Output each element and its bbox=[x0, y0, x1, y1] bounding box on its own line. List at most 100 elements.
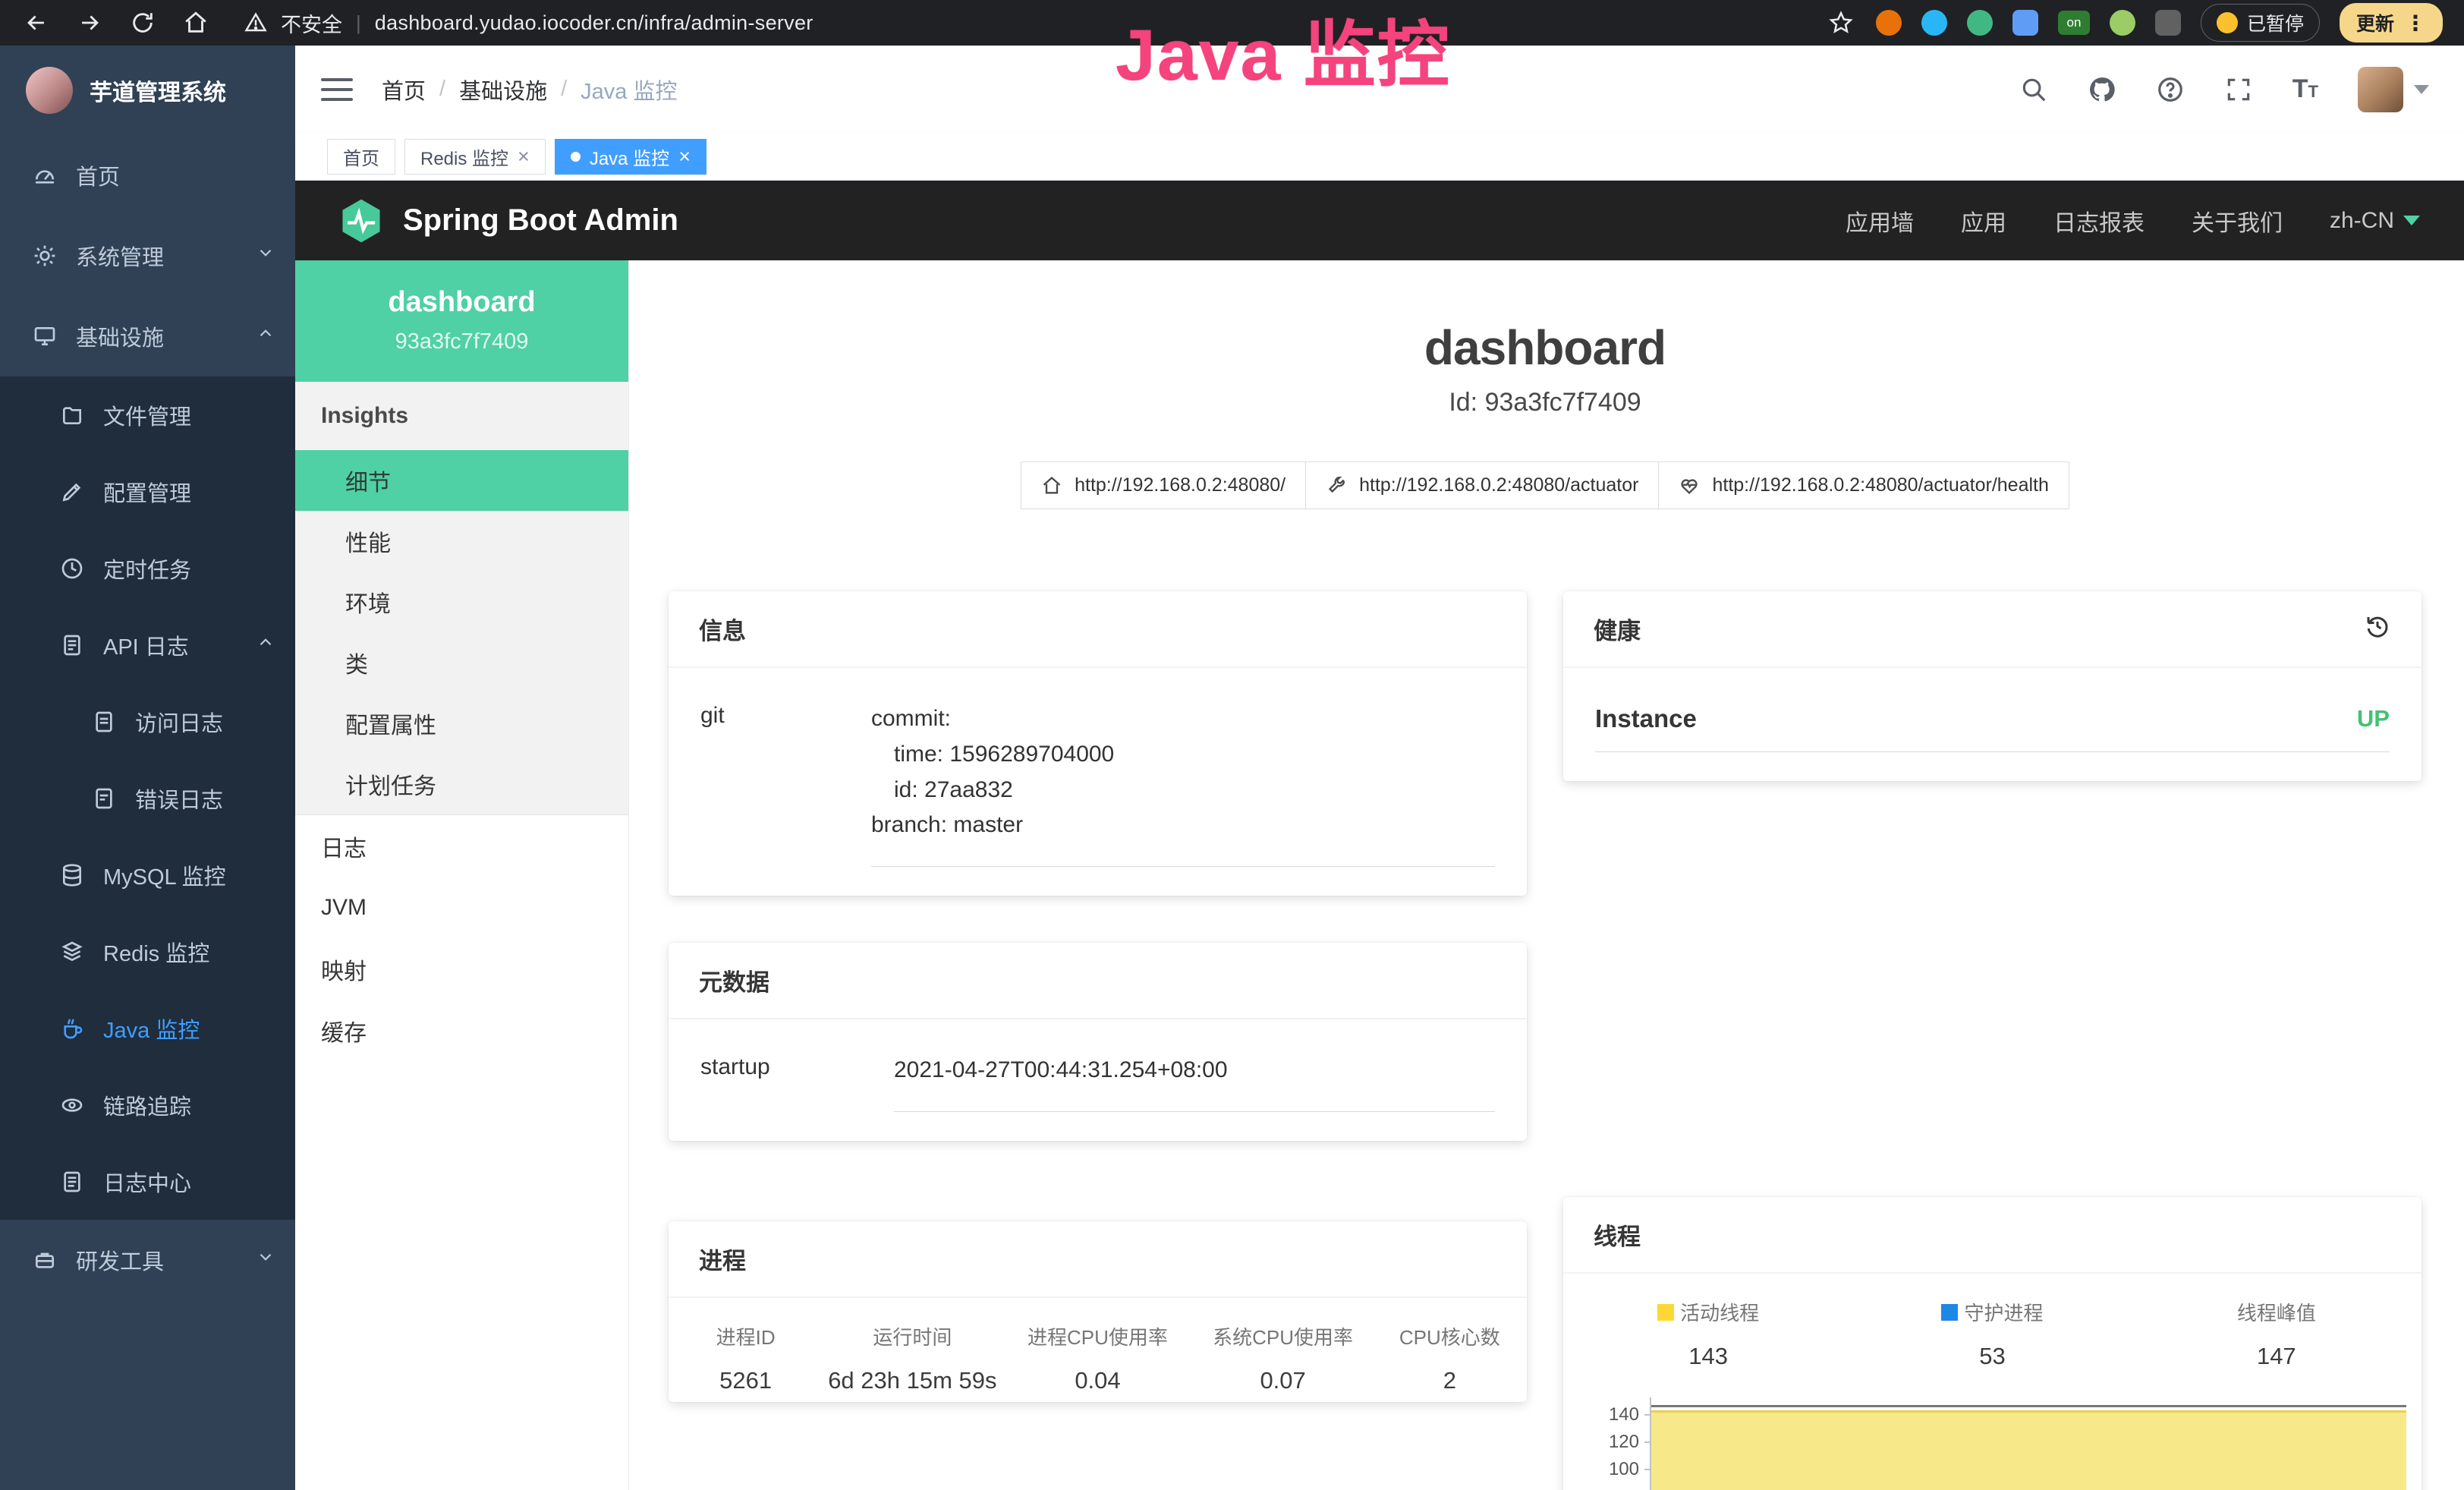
forward-icon[interactable] bbox=[74, 8, 105, 38]
chart-y-axis: 140 120 100 bbox=[1594, 1397, 1650, 1490]
extension-leaf-icon[interactable] bbox=[2110, 10, 2135, 36]
sba-item-scheduled-tasks[interactable]: 计划任务 bbox=[295, 754, 628, 814]
close-icon[interactable]: × bbox=[678, 146, 691, 167]
sidebar-item-home[interactable]: 首页 bbox=[0, 135, 295, 216]
sidebar-item-api-log[interactable]: API 日志 bbox=[0, 606, 295, 683]
sidebar-item-devtools[interactable]: 研发工具 bbox=[0, 1220, 295, 1300]
screen: 不安全 | dashboard.yudao.iocoder.cn/infra/a… bbox=[0, 0, 2464, 1490]
bookmark-star-icon[interactable] bbox=[1826, 8, 1856, 38]
sba-item-jvm[interactable]: JVM bbox=[295, 877, 628, 938]
sidebar-item-config-manage[interactable]: 配置管理 bbox=[0, 453, 295, 530]
legend-swatch bbox=[1657, 1304, 1674, 1321]
card-title: 元数据 bbox=[669, 943, 1527, 1019]
sba-item-metrics[interactable]: 性能 bbox=[295, 511, 628, 572]
vue-devtools-icon[interactable] bbox=[1967, 10, 1993, 36]
chevron-up-icon bbox=[256, 323, 275, 349]
reload-icon[interactable] bbox=[127, 8, 158, 38]
sidebar-item-access-log[interactable]: 访问日志 bbox=[0, 683, 295, 760]
history-icon[interactable] bbox=[2364, 613, 2391, 646]
sidebar-item-mysql-monitor[interactable]: MySQL 监控 bbox=[0, 836, 295, 913]
address-bar[interactable]: 不安全 | dashboard.yudao.iocoder.cn/infra/a… bbox=[244, 8, 813, 38]
actuator-url-link[interactable]: http://192.168.0.2:48080/actuator bbox=[1305, 461, 1659, 509]
right-column: 健康 Instance UP bbox=[1563, 591, 2422, 1490]
sba-brand[interactable]: Spring Boot Admin bbox=[338, 197, 678, 244]
sidebar-item-log-center[interactable]: 日志中心 bbox=[0, 1143, 295, 1220]
breadcrumb-current: Java 监控 bbox=[581, 74, 677, 106]
tab-home[interactable]: 首页 bbox=[327, 139, 395, 175]
sba-item-logs[interactable]: 日志 bbox=[295, 815, 628, 877]
extension-icon[interactable] bbox=[1921, 10, 1947, 36]
avatar[interactable] bbox=[2358, 67, 2403, 112]
sidebar-item-system[interactable]: 系统管理 bbox=[0, 216, 295, 296]
health-url-link[interactable]: http://192.168.0.2:48080/actuator/health bbox=[1658, 461, 2069, 509]
metadata-value: 2021-04-27T00:44:31.254+08:00 bbox=[894, 1053, 1495, 1112]
chevron-down-icon bbox=[256, 1247, 275, 1273]
close-icon[interactable]: × bbox=[518, 146, 530, 167]
sidebar-item-java-monitor[interactable]: Java 监控 bbox=[0, 990, 295, 1066]
service-url-link[interactable]: http://192.168.0.2:48080/ bbox=[1021, 461, 1306, 509]
column-header: 进程ID bbox=[672, 1322, 820, 1350]
tab-redis-monitor[interactable]: Redis 监控 × bbox=[404, 139, 546, 175]
sba-item-mappings[interactable]: 映射 bbox=[295, 938, 628, 1000]
sidebar-item-label: 系统管理 bbox=[76, 240, 164, 272]
insights-section-label: Insights bbox=[295, 382, 628, 450]
github-icon[interactable] bbox=[2088, 75, 2116, 104]
language-label: zh-CN bbox=[2330, 208, 2394, 234]
update-button[interactable]: 更新 ⋮ bbox=[2340, 3, 2443, 43]
sba-nav-wallboard[interactable]: 应用墙 bbox=[1846, 204, 1914, 238]
sba-item-classes[interactable]: 类 bbox=[295, 632, 628, 693]
breadcrumb-infra[interactable]: 基础设施 bbox=[459, 74, 547, 106]
sba-nav-journal[interactable]: 日志报表 bbox=[2053, 204, 2145, 238]
dashboard-icon bbox=[32, 163, 58, 187]
extension-grid-icon[interactable] bbox=[2012, 10, 2038, 36]
search-icon[interactable] bbox=[2019, 75, 2048, 104]
browser-home-icon[interactable] bbox=[181, 8, 211, 38]
extension-on-badge[interactable]: on bbox=[2058, 11, 2090, 35]
sidebar-item-file-manage[interactable]: 文件管理 bbox=[0, 376, 295, 453]
fullscreen-icon[interactable] bbox=[2224, 75, 2253, 104]
sidebar-item-redis-monitor[interactable]: Redis 监控 bbox=[0, 913, 295, 990]
security-label[interactable]: 不安全 bbox=[281, 8, 342, 38]
font-size-icon[interactable]: TT bbox=[2292, 74, 2318, 104]
card-title: 进程 bbox=[669, 1221, 1527, 1298]
help-icon[interactable] bbox=[2156, 75, 2185, 104]
app-logo[interactable]: 芋道管理系统 bbox=[0, 46, 295, 135]
sidebar-item-infra[interactable]: 基础设施 bbox=[0, 296, 295, 376]
sidebar-submenu-infra: 文件管理 配置管理 定时任务 API 日志 bbox=[0, 376, 295, 1220]
chart-plot-area bbox=[1650, 1397, 2406, 1490]
sba-item-details[interactable]: 细节 bbox=[295, 450, 628, 511]
instance-selector[interactable]: dashboard 93a3fc7f7409 bbox=[295, 260, 628, 382]
document-icon bbox=[91, 710, 117, 734]
browser-menu-icon[interactable]: ⋮ bbox=[2405, 11, 2426, 36]
url-text[interactable]: dashboard.yudao.iocoder.cn/infra/admin-s… bbox=[375, 11, 813, 35]
user-menu[interactable] bbox=[2358, 67, 2429, 112]
document-icon bbox=[91, 786, 117, 811]
language-selector[interactable]: zh-CN bbox=[2330, 208, 2420, 234]
tab-java-monitor[interactable]: Java 监控 × bbox=[555, 139, 706, 175]
sidebar-item-scheduled-jobs[interactable]: 定时任务 bbox=[0, 530, 295, 606]
git-commit-label: commit: bbox=[871, 701, 1495, 737]
hamburger-icon[interactable] bbox=[321, 78, 353, 101]
breadcrumb-home[interactable]: 首页 bbox=[382, 74, 426, 106]
sidebar-item-error-log[interactable]: 错误日志 bbox=[0, 760, 295, 836]
legend-value: 143 bbox=[1566, 1343, 1850, 1370]
sidebar-item-label: 首页 bbox=[76, 159, 120, 191]
extension-icon[interactable] bbox=[1876, 10, 1902, 36]
breadcrumb: 首页 / 基础设施 / Java 监控 bbox=[382, 74, 677, 106]
sba-item-config-props[interactable]: 配置属性 bbox=[295, 693, 628, 754]
legend-label: 线程峰值 bbox=[2237, 1298, 2316, 1326]
extension-puzzle-icon[interactable] bbox=[2155, 10, 2181, 36]
sba-item-environment[interactable]: 环境 bbox=[295, 572, 628, 632]
cell-value: 0.07 bbox=[1191, 1367, 1376, 1394]
caret-down-icon bbox=[2414, 85, 2429, 94]
sba-nav-applications[interactable]: 应用 bbox=[1961, 204, 2006, 238]
active-tab-dot bbox=[571, 152, 581, 162]
page-subtitle: Id: 93a3fc7f7409 bbox=[669, 388, 2422, 417]
back-icon[interactable] bbox=[21, 8, 52, 38]
sidebar-item-label: 日志中心 bbox=[103, 1166, 191, 1198]
sidebar-item-trace[interactable]: 链路追踪 bbox=[0, 1066, 295, 1143]
paused-badge[interactable]: 已暂停 bbox=[2201, 4, 2320, 42]
sba-item-caches[interactable]: 缓存 bbox=[295, 1000, 628, 1061]
sba-nav-about[interactable]: 关于我们 bbox=[2192, 204, 2283, 238]
sba-nav: 应用墙 应用 日志报表 关于我们 zh-CN bbox=[1846, 204, 2420, 238]
